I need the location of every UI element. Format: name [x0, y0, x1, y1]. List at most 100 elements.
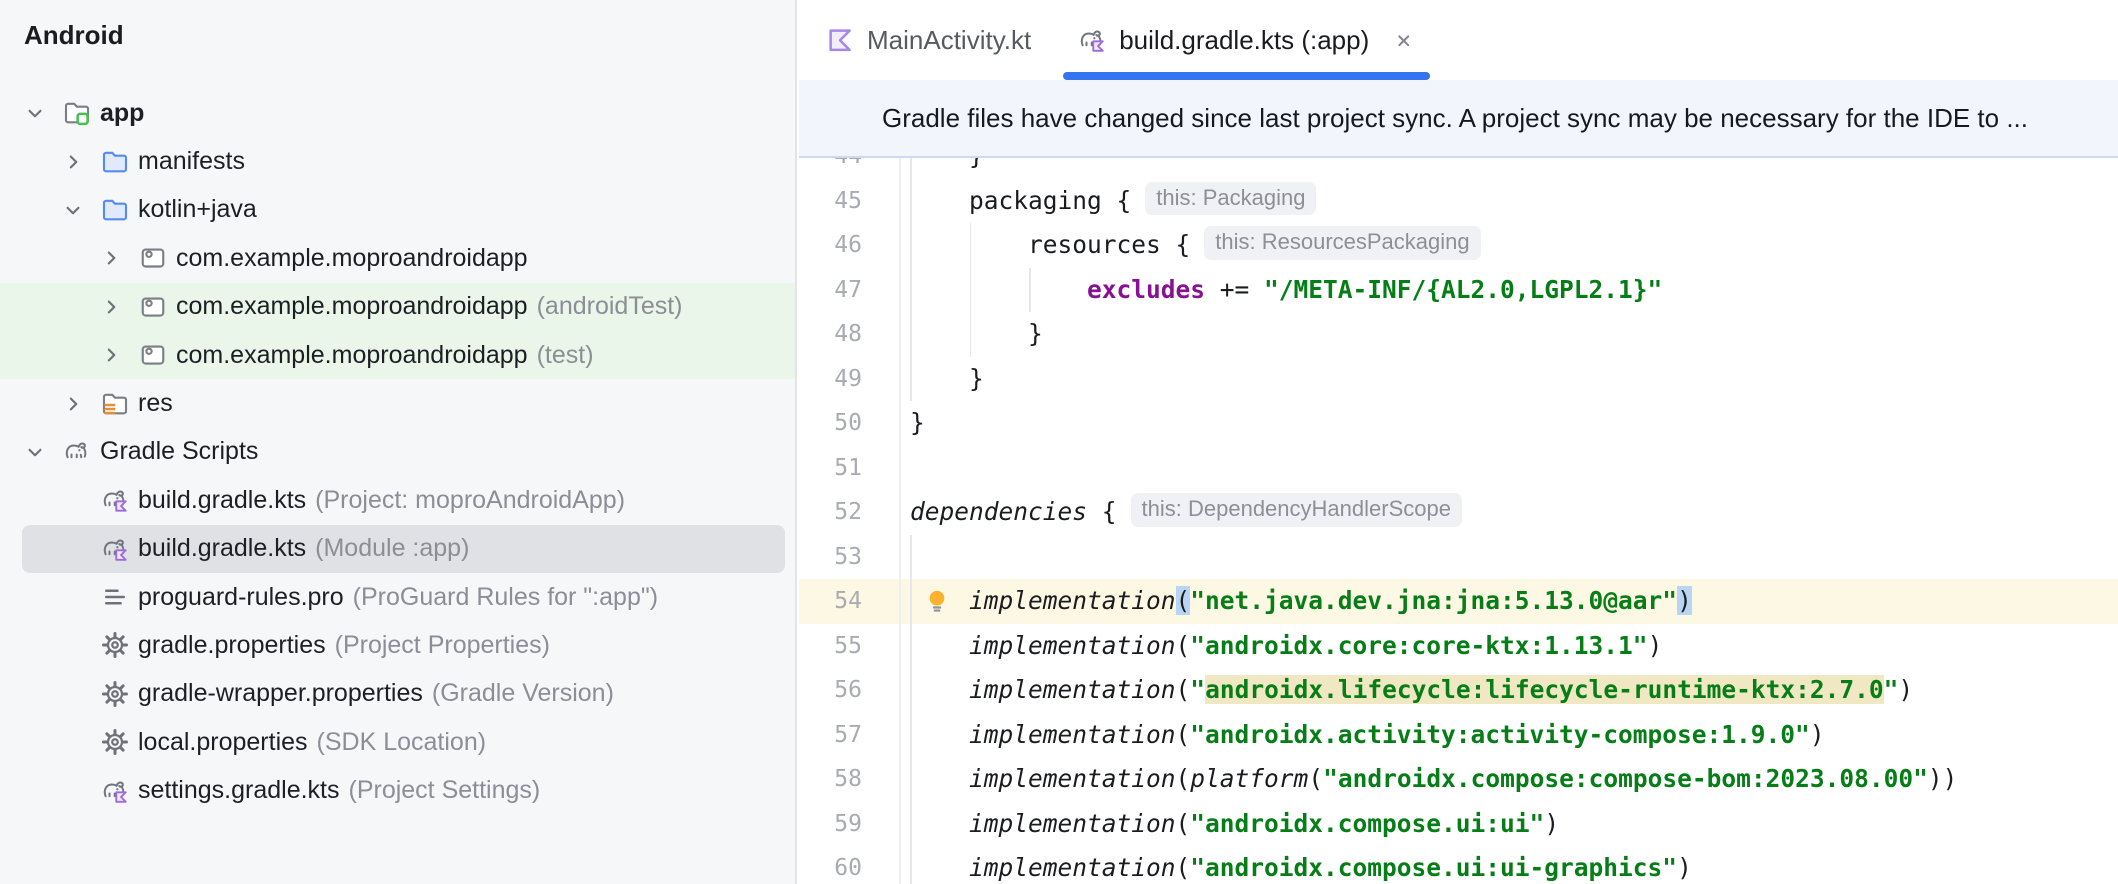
- chevron-down-icon: [134, 25, 158, 49]
- tree-item-gradle-wrapper-properties[interactable]: gradle-wrapper.properties (Gradle Version…: [0, 670, 795, 718]
- gutter-separator: [899, 158, 901, 884]
- code-segment: )): [1927, 764, 1958, 793]
- code-line-45[interactable]: 45 packaging {this: Packaging: [799, 178, 2118, 223]
- line-number: 54: [834, 588, 862, 614]
- code-text: implementation("androidx.lifecycle:lifec…: [910, 668, 1913, 713]
- editor-tab-build-gradle-kts-app-[interactable]: build.gradle.kts (:app): [1063, 0, 1431, 80]
- tree-item-label: com.example.moproandroidapp: [176, 292, 528, 321]
- code-line-47[interactable]: 47 excludes += "/META-INF/{AL2.0,LGPL2.1…: [799, 267, 2118, 312]
- code-segment: implementation: [969, 719, 1176, 749]
- code-line-44[interactable]: 44 }: [799, 158, 2118, 179]
- close-icon[interactable]: [1391, 28, 1416, 53]
- code-segment: ): [1809, 719, 1825, 749]
- code-segment: excludes: [1087, 274, 1206, 304]
- project-view-selector[interactable]: Android: [24, 20, 158, 51]
- code-segment: (: [1175, 808, 1191, 838]
- code-editor[interactable]: 44 } 45 packaging {this: Packaging 46 reso…: [799, 158, 2118, 884]
- tree-item-res[interactable]: res: [0, 379, 795, 427]
- tree-item-local-properties[interactable]: local.properties (SDK Location): [0, 718, 795, 766]
- code-line-59[interactable]: 59 implementation("androidx.compose.ui:u…: [799, 801, 2118, 847]
- tree-item-kotlin-java[interactable]: kotlin+java: [0, 186, 795, 234]
- code-line-58[interactable]: 58 implementation(platform("androidx.com…: [799, 757, 2118, 802]
- tree-item-label: build.gradle.kts: [138, 534, 307, 563]
- code-text: }: [910, 401, 925, 446]
- tree-item-gradle-scripts[interactable]: Gradle Scripts: [0, 428, 795, 476]
- line-number: 53: [834, 543, 862, 570]
- code-line-56[interactable]: 56 implementation("androidx.lifecycle:li…: [799, 668, 2118, 713]
- chevron-down-icon[interactable]: [60, 197, 86, 223]
- code-segment: implementation: [969, 675, 1176, 704]
- line-number: 45: [834, 187, 862, 214]
- code-line-50[interactable]: 50}: [799, 401, 2118, 446]
- project-tool-window: Android app manifests kotlin+java com.examp…: [0, 0, 797, 884]
- tree-item-suffix: (Project Settings): [348, 776, 541, 805]
- tree-item-com-example-moproandroidapp[interactable]: com.example.moproandroidapp (androidTest): [0, 282, 795, 331]
- tree-item-suffix: (Gradle Version): [431, 679, 614, 708]
- code-line-57[interactable]: 57 implementation("androidx.activity:act…: [799, 712, 2118, 758]
- code-line-60[interactable]: 60 implementation("androidx.compose.ui:u…: [799, 846, 2118, 884]
- tab-label: MainActivity.kt: [867, 24, 1032, 55]
- inlay-hint: this: Packaging: [1145, 181, 1317, 216]
- chevron-right-icon[interactable]: [98, 294, 124, 320]
- folder-blue-icon: [100, 147, 130, 177]
- tree-item-label: proguard-rules.pro: [138, 582, 344, 611]
- code-text: implementation(platform("androidx.compos…: [910, 757, 1957, 802]
- editor-tab-mainactivity-kt[interactable]: MainActivity.kt: [811, 0, 1045, 80]
- tree-item-app[interactable]: app: [0, 89, 795, 137]
- code-segment: androidx.lifecycle:lifecycle-runtime-ktx…: [1205, 675, 1884, 704]
- code-line-51[interactable]: 51: [799, 446, 2118, 491]
- code-line-48[interactable]: 48 }: [799, 312, 2118, 357]
- gear-icon: [100, 727, 130, 757]
- tree-item-manifests[interactable]: manifests: [0, 137, 795, 185]
- tree-item-build-gradle-kts[interactable]: build.gradle.kts (Module :app): [22, 524, 785, 573]
- chevron-down-icon[interactable]: [22, 439, 48, 465]
- chevron-right-icon[interactable]: [98, 342, 124, 368]
- chevron-right-icon[interactable]: [60, 149, 86, 175]
- tree-item-label: kotlin+java: [138, 195, 257, 224]
- code-segment: (: [1175, 719, 1191, 749]
- code-text: implementation("androidx.compose.ui:ui"): [910, 802, 1559, 847]
- tree-item-gradle-properties[interactable]: gradle.properties (Project Properties): [0, 621, 795, 669]
- code-line-53[interactable]: 53: [799, 534, 2118, 579]
- tree-item-label: settings.gradle.kts: [138, 776, 340, 805]
- code-line-46[interactable]: 46 resources {this: ResourcesPackaging: [799, 223, 2118, 268]
- code-segment: "androidx.compose.ui:ui": [1190, 808, 1545, 838]
- line-number: 44: [799, 158, 862, 179]
- folder-res-icon: [100, 389, 130, 419]
- code-segment: "net.java.dev.jna:jna:5.13.0@aar": [1190, 586, 1678, 615]
- tree-item-settings-gradle-kts[interactable]: settings.gradle.kts (Project Settings): [0, 766, 795, 814]
- inlay-hint: this: ResourcesPackaging: [1204, 226, 1481, 260]
- tree-item-com-example-moproandroidapp[interactable]: com.example.moproandroidapp: [0, 234, 795, 282]
- code-text: implementation("androidx.activity:activi…: [910, 713, 1825, 758]
- code-segment: }: [910, 158, 984, 170]
- tree-item-proguard-rules-pro[interactable]: proguard-rules.pro (ProGuard Rules for ":…: [0, 573, 795, 621]
- tree-item-build-gradle-kts[interactable]: build.gradle.kts (Project: moproAndroidAp…: [0, 476, 795, 524]
- code-text: implementation("net.java.dev.jna:jna:5.1…: [910, 579, 1692, 624]
- code-segment: "androidx.compose:compose-bom:2023.08.00…: [1323, 764, 1928, 793]
- chevron-right-icon[interactable]: [60, 391, 86, 417]
- tree-item-com-example-moproandroidapp[interactable]: com.example.moproandroidapp (test): [0, 330, 795, 380]
- tree-item-label: com.example.moproandroidapp: [176, 340, 528, 369]
- tree-item-suffix: (SDK Location): [316, 727, 487, 756]
- code-segment: ): [1898, 675, 1914, 704]
- code-segment: ": [1190, 675, 1206, 704]
- code-text: implementation("androidx.core:core-ktx:1…: [910, 624, 1662, 669]
- code-line-49[interactable]: 49 }: [799, 356, 2118, 401]
- code-line-52[interactable]: 52 dependencies {this: DependencyHandlerS…: [799, 490, 2118, 535]
- code-segment: +=: [1205, 274, 1265, 304]
- code-line-54[interactable]: 54 implementation("net.java.dev.jna:jna:…: [799, 579, 2118, 624]
- chevron-down-icon[interactable]: [22, 100, 48, 126]
- line-number: 56: [834, 677, 862, 703]
- chevron-right-icon[interactable]: [98, 245, 124, 271]
- tree-item-label: app: [100, 98, 145, 127]
- code-line-55[interactable]: 55 implementation("androidx.core:core-kt…: [799, 623, 2118, 669]
- code-segment: dependencies: [910, 497, 1088, 526]
- tree-item-label: manifests: [138, 147, 245, 176]
